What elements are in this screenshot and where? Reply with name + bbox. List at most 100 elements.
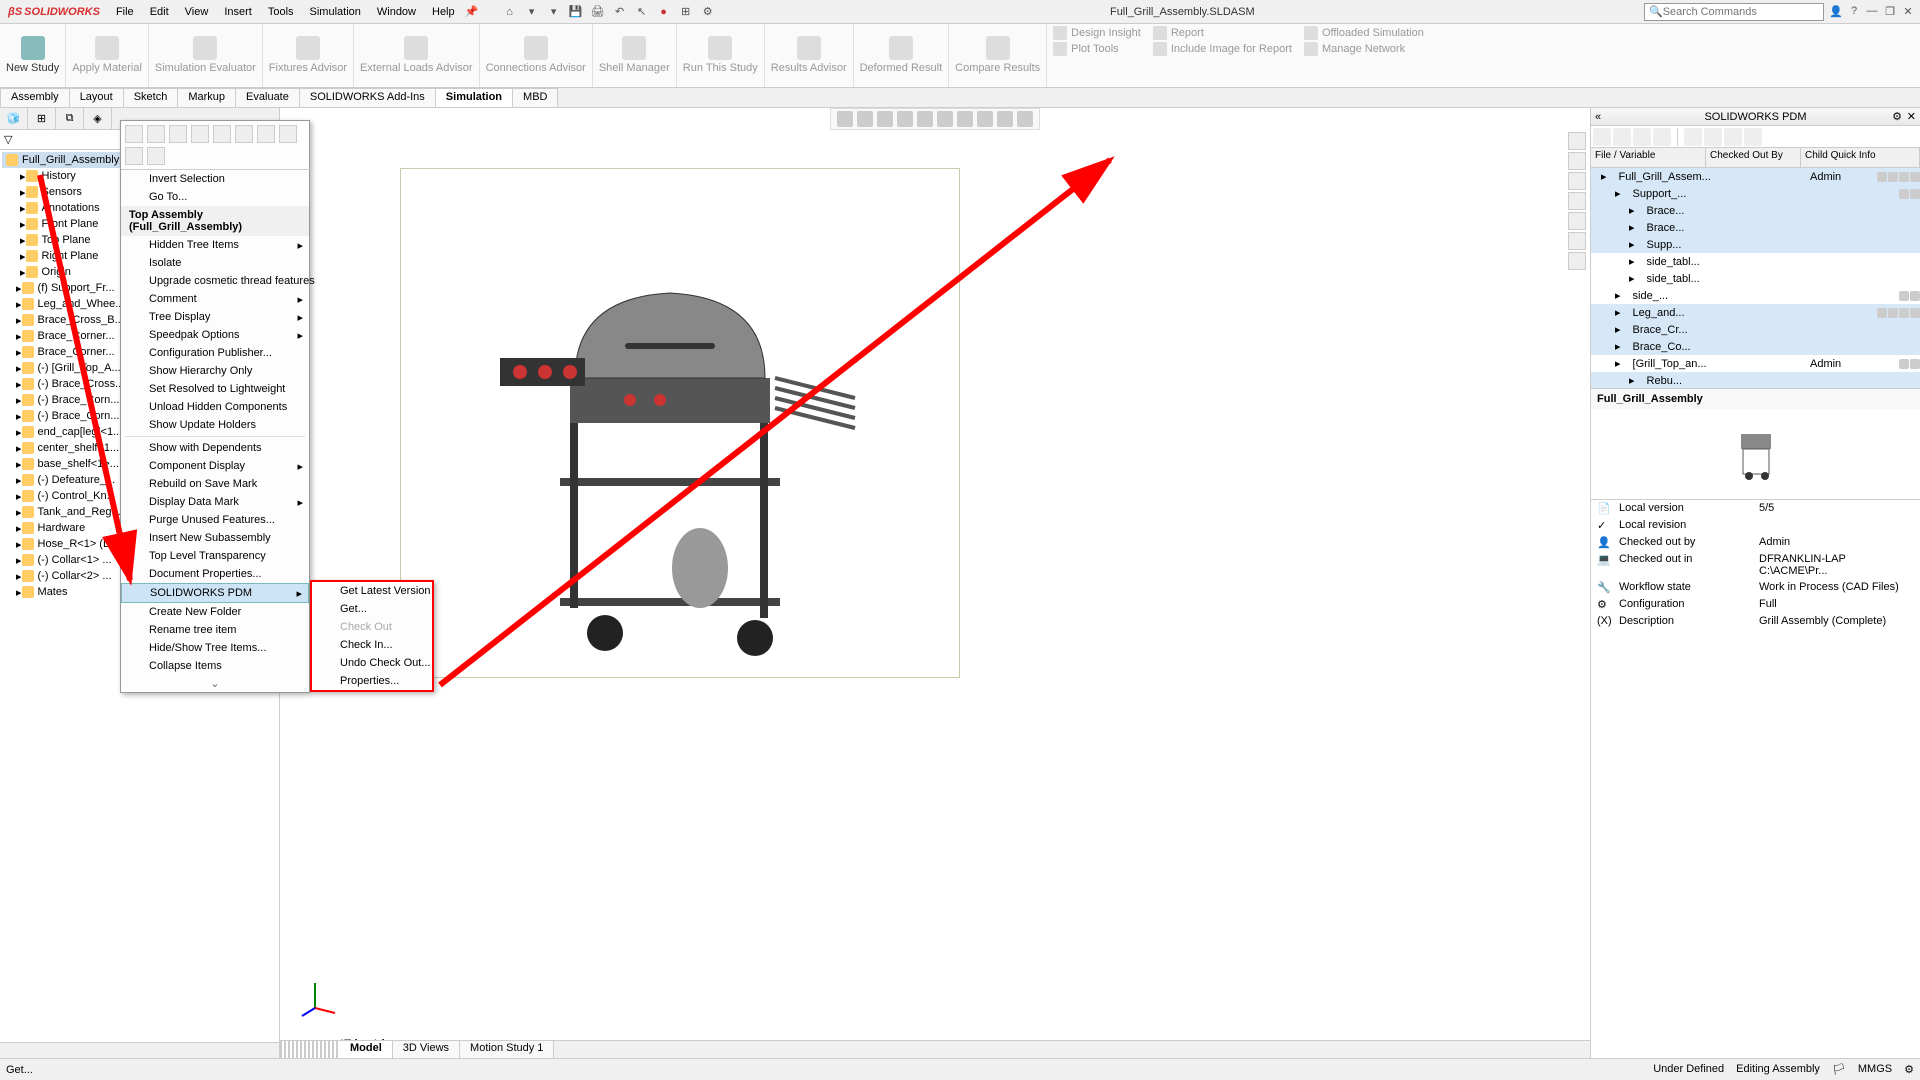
search-input[interactable] xyxy=(1663,6,1819,18)
zoom-area-icon[interactable] xyxy=(857,111,873,127)
pdm-row[interactable]: ▸Brace... xyxy=(1591,219,1920,236)
menu-help[interactable]: Help xyxy=(424,2,463,22)
scene-icon[interactable] xyxy=(997,111,1013,127)
tab-markup[interactable]: Markup xyxy=(177,88,236,107)
ctx-item[interactable]: Collapse Items xyxy=(121,657,309,675)
section-icon[interactable] xyxy=(897,111,913,127)
feature-tree-tab-icon[interactable]: 🧊 xyxy=(0,108,28,129)
status-units[interactable]: MMGS xyxy=(1858,1063,1892,1076)
zoom-fit-icon[interactable] xyxy=(837,111,853,127)
col-quickinfo[interactable]: Child Quick Info xyxy=(1801,148,1920,167)
select-icon[interactable]: ↖ xyxy=(633,3,651,21)
ctx-item[interactable]: Unload Hidden Components xyxy=(121,398,309,416)
pdm-refresh-icon[interactable] xyxy=(1593,128,1611,146)
options-icon[interactable]: ⊞ xyxy=(677,3,695,21)
ctx-item[interactable]: Show Update Holders xyxy=(121,416,309,434)
ctx-item[interactable]: Rebuild on Save Mark xyxy=(121,475,309,493)
menu-window[interactable]: Window xyxy=(369,2,424,22)
pdm-checkout-icon[interactable] xyxy=(1653,128,1671,146)
pdm-list-icon[interactable] xyxy=(1704,128,1722,146)
pdm-settings-icon[interactable]: ⚙ xyxy=(1892,110,1902,123)
menu-edit[interactable]: Edit xyxy=(142,2,177,22)
ctx-item[interactable]: Insert New Subassembly xyxy=(121,529,309,547)
bottom-tab[interactable]: Motion Study 1 xyxy=(460,1041,554,1058)
menu-tools[interactable]: Tools xyxy=(260,2,302,22)
ctx-item[interactable]: Document Properties... xyxy=(121,565,309,583)
ctx-item[interactable]: Invert Selection xyxy=(121,170,309,188)
bottom-tab[interactable]: 3D Views xyxy=(393,1041,460,1058)
pdm-checkin-icon[interactable] xyxy=(1633,128,1651,146)
hide-show-icon[interactable] xyxy=(957,111,973,127)
ctx-item[interactable]: Hidden Tree Items▸ xyxy=(121,236,309,254)
pdm-row[interactable]: ▸[Grill_Top_an...Admin xyxy=(1591,355,1920,372)
forum-icon[interactable] xyxy=(1568,252,1586,270)
pdm-row[interactable]: ▸Brace... xyxy=(1591,202,1920,219)
ctx-icon[interactable] xyxy=(147,147,165,165)
custom-props-icon[interactable] xyxy=(1568,232,1586,250)
close-icon[interactable]: ✕ xyxy=(1900,5,1916,18)
ctx-item[interactable]: Component Display▸ xyxy=(121,457,309,475)
prev-view-icon[interactable] xyxy=(877,111,893,127)
submenu-item[interactable]: Get Latest Version xyxy=(312,582,432,600)
pdm-row[interactable]: ▸side_... xyxy=(1591,287,1920,304)
settings-icon[interactable]: ⚙ xyxy=(699,3,717,21)
new-study-button[interactable]: New Study xyxy=(6,36,59,74)
pdm-row[interactable]: ▸Full_Grill_Assem...Admin xyxy=(1591,168,1920,185)
ctx-item[interactable]: Create New Folder xyxy=(121,603,309,621)
pin-icon[interactable]: 📌 xyxy=(463,3,481,21)
minimize-icon[interactable]: — xyxy=(1864,5,1880,18)
display-tab-icon[interactable]: ◈ xyxy=(84,108,112,129)
ctx-item[interactable]: Comment▸ xyxy=(121,290,309,308)
ctx-item[interactable]: Purge Unused Features... xyxy=(121,511,309,529)
pdm-opts-icon[interactable] xyxy=(1744,128,1762,146)
pdm-tree-icon[interactable] xyxy=(1684,128,1702,146)
tab-sketch[interactable]: Sketch xyxy=(123,88,179,107)
print-icon[interactable]: 🖨 xyxy=(589,3,607,21)
restore-icon[interactable]: ❐ xyxy=(1882,5,1898,18)
collapse-icon[interactable]: « xyxy=(1595,111,1601,123)
pdm-row[interactable]: ▸Brace_Cr... xyxy=(1591,321,1920,338)
ctx-item[interactable]: Show with Dependents xyxy=(121,439,309,457)
pdm-file-tree[interactable]: ▸Full_Grill_Assem...Admin▸Support_...▸Br… xyxy=(1591,168,1920,388)
ctx-item[interactable]: Top Level Transparency xyxy=(121,547,309,565)
rebuild-icon[interactable]: ● xyxy=(655,3,673,21)
pdm-row[interactable]: ▸Rebu... xyxy=(1591,372,1920,388)
submenu-item[interactable]: Properties... xyxy=(312,672,432,690)
ctx-icon[interactable] xyxy=(213,125,231,143)
save-icon[interactable]: 💾 xyxy=(567,3,585,21)
context-expand[interactable]: ⌄ xyxy=(121,675,309,692)
ctx-item[interactable]: Speedpak Options▸ xyxy=(121,326,309,344)
ctx-icon[interactable] xyxy=(125,125,143,143)
file-explorer-icon[interactable] xyxy=(1568,172,1586,190)
ctx-icon[interactable] xyxy=(257,125,275,143)
ctx-item[interactable]: Display Data Mark▸ xyxy=(121,493,309,511)
pdm-close-icon[interactable]: ✕ xyxy=(1907,110,1916,123)
ctx-icon[interactable] xyxy=(169,125,187,143)
ctx-item[interactable]: Upgrade cosmetic thread features xyxy=(121,272,309,290)
config-tab-icon[interactable]: ⧉ xyxy=(56,108,84,129)
submenu-item[interactable]: Undo Check Out... xyxy=(312,654,432,672)
ctx-item[interactable]: Configuration Publisher... xyxy=(121,344,309,362)
pdm-row[interactable]: ▸side_tabl... xyxy=(1591,253,1920,270)
pdm-row[interactable]: ▸Support_... xyxy=(1591,185,1920,202)
pdm-search-icon[interactable] xyxy=(1724,128,1742,146)
tree-scrollbar[interactable] xyxy=(0,1042,279,1058)
view-settings-icon[interactable] xyxy=(1017,111,1033,127)
ctx-item[interactable]: SOLIDWORKS PDM▸ xyxy=(121,583,309,603)
open-icon[interactable]: ▾ xyxy=(545,3,563,21)
col-checkedout[interactable]: Checked Out By xyxy=(1706,148,1801,167)
pdm-row[interactable]: ▸side_tabl... xyxy=(1591,270,1920,287)
ctx-item[interactable]: Tree Display▸ xyxy=(121,308,309,326)
pdm-row[interactable]: ▸Brace_Co... xyxy=(1591,338,1920,355)
tab-layout[interactable]: Layout xyxy=(69,88,124,107)
pdm-get-icon[interactable] xyxy=(1613,128,1631,146)
ctx-icon[interactable] xyxy=(235,125,253,143)
sim-evaluator-button[interactable]: Simulation Evaluator xyxy=(155,36,256,74)
ctx-item[interactable]: Rename tree item xyxy=(121,621,309,639)
ctx-item[interactable]: Hide/Show Tree Items... xyxy=(121,639,309,657)
tab-simulation[interactable]: Simulation xyxy=(435,88,513,107)
bottom-tab[interactable]: Model xyxy=(340,1041,393,1058)
help-icon[interactable]: ? xyxy=(1846,5,1862,18)
tab-solidworks-add-ins[interactable]: SOLIDWORKS Add-Ins xyxy=(299,88,436,107)
sw-resources-icon[interactable] xyxy=(1568,132,1586,150)
